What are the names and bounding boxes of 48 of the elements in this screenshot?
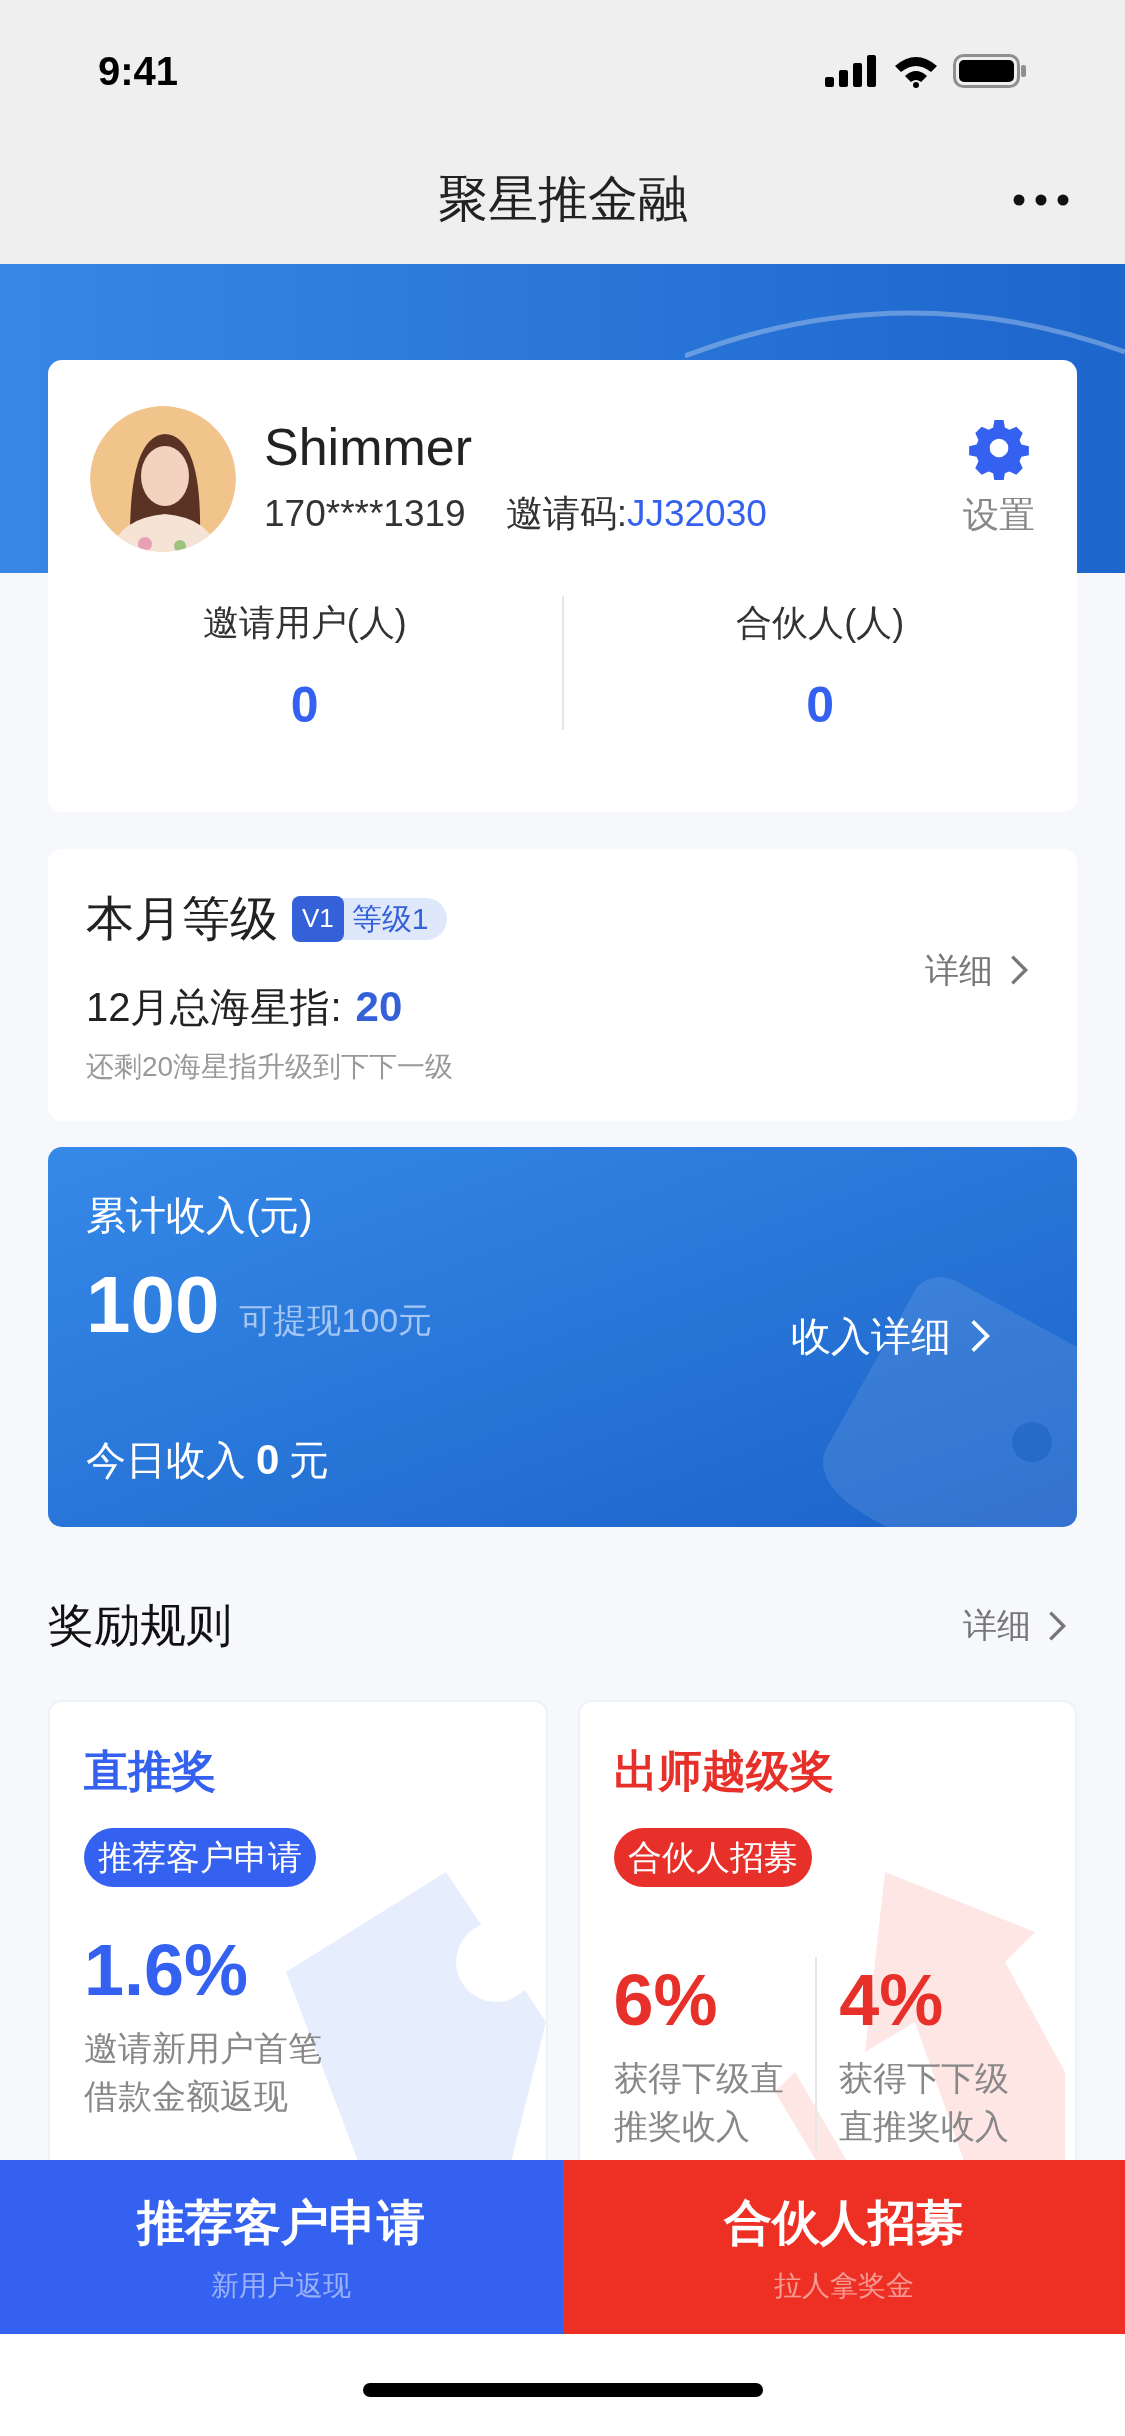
reward-title: 出师越级奖 xyxy=(613,1745,835,1797)
more-icon[interactable] xyxy=(1013,193,1069,206)
reward-tag: 合伙人招募 xyxy=(613,1828,812,1887)
rewards-title: 奖励规则 xyxy=(48,1598,232,1653)
withdrawable-amount: 可提现100元 xyxy=(239,1300,433,1341)
today-income-value: 0 xyxy=(256,1435,280,1485)
level-label: 等级1 xyxy=(351,901,429,937)
today-income-unit: 元 xyxy=(289,1437,330,1484)
stat-label: 邀请用户(人) xyxy=(202,601,407,645)
rate-value: 6% xyxy=(613,1959,719,2042)
chevron-icon xyxy=(1009,953,1029,987)
today-income-label: 今日收入 xyxy=(86,1437,246,1484)
stat-label: 合伙人(人) xyxy=(736,601,905,645)
stat-value: 0 xyxy=(806,680,835,730)
action-label: 推荐客户申请 xyxy=(137,2195,426,2251)
invite-code-label: 邀请码: xyxy=(505,492,627,537)
income-detail-link[interactable]: 收入详细 xyxy=(791,1306,991,1366)
phone-number: 170****1319 xyxy=(264,492,466,537)
action-button[interactable]: 合伙人招募 拉人拿奖金 xyxy=(562,2160,1125,2334)
action-subtitle: 新用户返现 xyxy=(211,2269,352,2303)
action-button[interactable]: 推荐客户申请 新用户返现 xyxy=(0,2160,563,2334)
signal-icon xyxy=(825,54,879,87)
level-title: 本月等级 xyxy=(86,890,278,947)
rate-description: 获得下级直推奖收入 xyxy=(613,2058,784,2147)
stat-value: 0 xyxy=(290,680,319,730)
income-title: 累计收入(元) xyxy=(86,1192,314,1239)
user-name: Shimmer xyxy=(264,417,474,479)
reward-title: 直推奖 xyxy=(84,1745,217,1797)
points-label: 12月总海星指: xyxy=(86,983,342,1031)
rate-description: 获得下下级直推奖收入 xyxy=(839,2058,1010,2147)
page-title: 聚星推金融 xyxy=(437,170,688,229)
rewards-detail-link[interactable]: 详细 xyxy=(963,1600,1067,1651)
action-subtitle: 拉人拿奖金 xyxy=(773,2269,914,2303)
rate-value: 1.6% xyxy=(84,1929,250,2012)
settings-button[interactable]: 设置 xyxy=(963,416,1035,542)
invite-code: JJ32030 xyxy=(626,492,767,537)
level-code: V1 xyxy=(292,895,344,942)
level-detail-link[interactable]: 详细 xyxy=(925,944,1029,996)
status-time: 9:41 xyxy=(98,47,179,95)
reward-tag: 推荐客户申请 xyxy=(84,1828,316,1887)
action-label: 合伙人招募 xyxy=(723,2195,964,2251)
battery-icon xyxy=(953,53,1027,88)
points-value: 20 xyxy=(355,981,403,1032)
income-amount: 100 xyxy=(86,1265,220,1345)
chevron-icon xyxy=(1047,1608,1067,1643)
level-hint: 还剩20海星指升级到下下一级 xyxy=(86,1049,455,1084)
rate-value: 4% xyxy=(839,1959,945,2042)
rate-description: 邀请新用户首笔借款金额返现 xyxy=(84,2028,322,2117)
